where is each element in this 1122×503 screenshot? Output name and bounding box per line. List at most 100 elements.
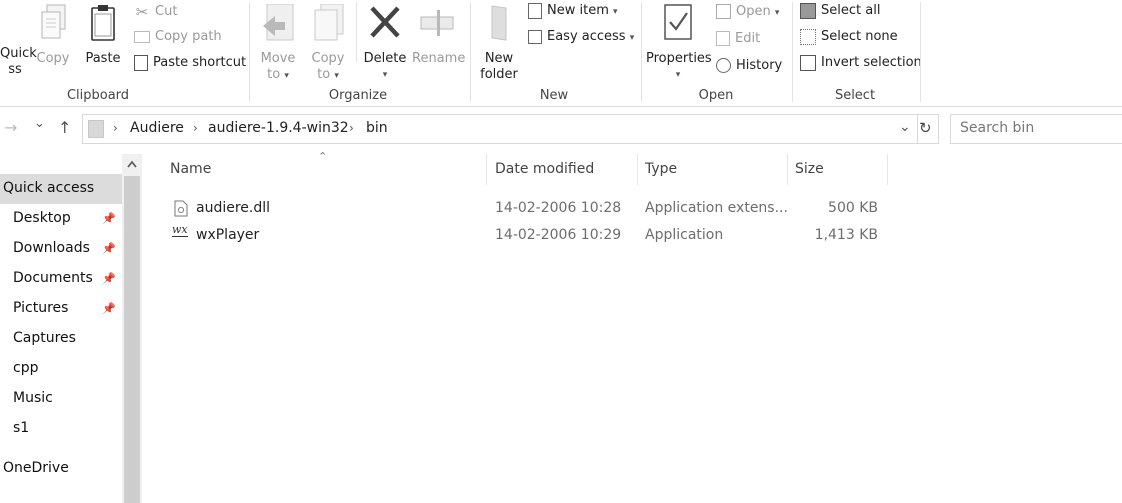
sidebar-item-label: OneDrive	[3, 460, 69, 476]
properties-button[interactable]: Properties ▾	[646, 4, 712, 83]
breadcrumb-chevron-icon[interactable]: ›	[193, 121, 198, 135]
select-all-button[interactable]: Select all	[800, 0, 880, 22]
delete-x-icon	[370, 6, 400, 38]
select-none-label: Select none	[821, 29, 898, 44]
sidebar-item-downloads[interactable]: Downloads 📌	[0, 234, 122, 264]
easy-access-button[interactable]: Easy access ▾	[528, 26, 634, 48]
search-box[interactable]: Search bin	[950, 114, 1122, 144]
file-type: Application extens...	[645, 200, 788, 216]
pin-icon: 📌	[102, 242, 116, 255]
copy-button[interactable]: Copy	[34, 4, 72, 67]
breadcrumb-chevron-icon[interactable]: ›	[113, 121, 118, 135]
search-input-placeholder: Search bin	[960, 120, 1035, 136]
file-name: wxPlayer	[196, 227, 260, 243]
breadcrumb-audiere[interactable]: Audiere	[130, 120, 184, 136]
copy-label: Copy	[36, 51, 70, 66]
scrollbar-thumb[interactable]	[124, 176, 140, 503]
sidebar-item-label: s1	[13, 420, 30, 436]
ribbon-separator	[641, 2, 642, 102]
copy-to-button[interactable]: Copy to ▾	[308, 3, 348, 84]
chevron-down-icon: ▾	[629, 33, 635, 43]
edit-pencil-icon	[716, 31, 730, 46]
open-button[interactable]: Open ▾	[716, 1, 779, 23]
copy-to-label: Copy	[311, 51, 345, 66]
edit-label: Edit	[735, 31, 761, 46]
new-item-button[interactable]: New item ▾	[528, 0, 618, 22]
move-to-label: Move	[260, 51, 296, 66]
column-divider[interactable]	[787, 154, 788, 185]
select-none-button[interactable]: Select none	[800, 26, 898, 48]
file-name: audiere.dll	[196, 200, 271, 216]
forward-arrow-icon[interactable]: →	[4, 118, 17, 137]
paste-button[interactable]: Paste	[82, 4, 124, 67]
column-header-type[interactable]: Type	[645, 161, 677, 177]
pin-to-quick-access-button[interactable]: Quick ss	[0, 4, 37, 78]
up-arrow-icon[interactable]: ↑	[58, 118, 71, 137]
sidebar-item-quick-access[interactable]: Quick access	[0, 174, 122, 204]
column-header-size[interactable]: Size	[795, 161, 824, 177]
table-row[interactable]: wx wxPlayer 14-02-2006 10:29 Application…	[166, 224, 888, 248]
sidebar-item-pictures[interactable]: Pictures 📌	[0, 294, 122, 324]
edit-button[interactable]: Edit	[716, 28, 760, 50]
column-divider[interactable]	[486, 154, 487, 185]
dll-file-icon	[174, 200, 188, 217]
breadcrumb-chevron-icon[interactable]: ›	[349, 121, 354, 135]
cut-label: Cut	[155, 4, 178, 19]
select-none-icon	[800, 28, 816, 45]
new-folder-button[interactable]: New folder	[476, 4, 522, 83]
copy-icon	[41, 4, 66, 39]
sidebar-item-cpp[interactable]: cpp	[0, 354, 122, 384]
new-group-label: New	[539, 88, 569, 103]
sidebar-item-music[interactable]: Music	[0, 384, 122, 414]
move-to-button[interactable]: Move to ▾	[258, 3, 298, 84]
properties-checkmark-icon	[664, 4, 692, 40]
sidebar-item-desktop[interactable]: Desktop 📌	[0, 204, 122, 234]
pin-icon: 📌	[102, 212, 116, 225]
paste-shortcut-button[interactable]: Paste shortcut	[134, 52, 246, 74]
address-bar[interactable]: › Audiere › audiere-1.9.4-win32 › bin ⌄	[82, 114, 918, 144]
column-divider[interactable]	[887, 154, 888, 185]
address-dropdown-chevron-icon[interactable]: ⌄	[899, 119, 911, 135]
sidebar-item-documents[interactable]: Documents 📌	[0, 264, 122, 294]
chevron-down-icon: ▾	[675, 70, 681, 80]
sidebar-item-label: Desktop	[13, 210, 71, 226]
column-divider[interactable]	[637, 154, 638, 185]
copy-path-button[interactable]: Copy path	[134, 26, 222, 48]
select-all-icon	[800, 2, 816, 19]
paste-shortcut-label: Paste shortcut	[153, 55, 247, 70]
sort-ascending-icon: ⌃	[318, 150, 328, 163]
navigation-pane-scrollbar[interactable]	[122, 154, 142, 503]
chevron-down-icon: ▾	[334, 71, 339, 81]
new-item-label: New item	[547, 3, 609, 18]
clipboard-group-label: Clipboard	[66, 88, 130, 103]
refresh-icon: ↻	[919, 119, 932, 137]
sidebar-item-label: Downloads	[13, 240, 90, 256]
open-group-label: Open	[698, 88, 734, 103]
chevron-down-icon: ▾	[382, 70, 388, 80]
chevron-down-icon: ▾	[774, 8, 780, 18]
invert-selection-label: Invert selection	[821, 55, 922, 70]
sidebar-item-captures[interactable]: Captures	[0, 324, 122, 354]
breadcrumb-audiere-win32[interactable]: audiere-1.9.4-win32	[208, 120, 349, 136]
delete-button[interactable]: Delete ▾	[362, 4, 408, 83]
sidebar-item-onedrive[interactable]: OneDrive	[0, 454, 122, 484]
rename-button[interactable]: Rename	[412, 4, 465, 67]
file-date-modified: 14-02-2006 10:28	[495, 200, 622, 216]
recent-locations-chevron-icon[interactable]: ⌄	[34, 116, 45, 131]
cut-button[interactable]: ✂ Cut	[134, 1, 178, 23]
copy-path-icon	[134, 30, 150, 43]
clipboard-paste-icon	[91, 5, 115, 41]
scroll-up-arrow-icon[interactable]	[127, 160, 137, 168]
history-button[interactable]: History	[716, 55, 782, 77]
column-header-name[interactable]: Name	[170, 161, 211, 177]
open-icon	[716, 4, 731, 19]
select-all-label: Select all	[821, 3, 881, 18]
table-row[interactable]: audiere.dll 14-02-2006 10:28 Application…	[166, 197, 888, 221]
column-header-date-modified[interactable]: Date modified	[495, 161, 594, 177]
refresh-button[interactable]: ↻	[916, 114, 939, 144]
pin-icon: 📌	[102, 302, 116, 315]
sidebar-item-s1[interactable]: s1	[0, 414, 122, 444]
breadcrumb-bin[interactable]: bin	[366, 120, 388, 136]
invert-selection-button[interactable]: Invert selection	[800, 52, 922, 74]
sidebar-item-label: Documents	[13, 270, 93, 286]
